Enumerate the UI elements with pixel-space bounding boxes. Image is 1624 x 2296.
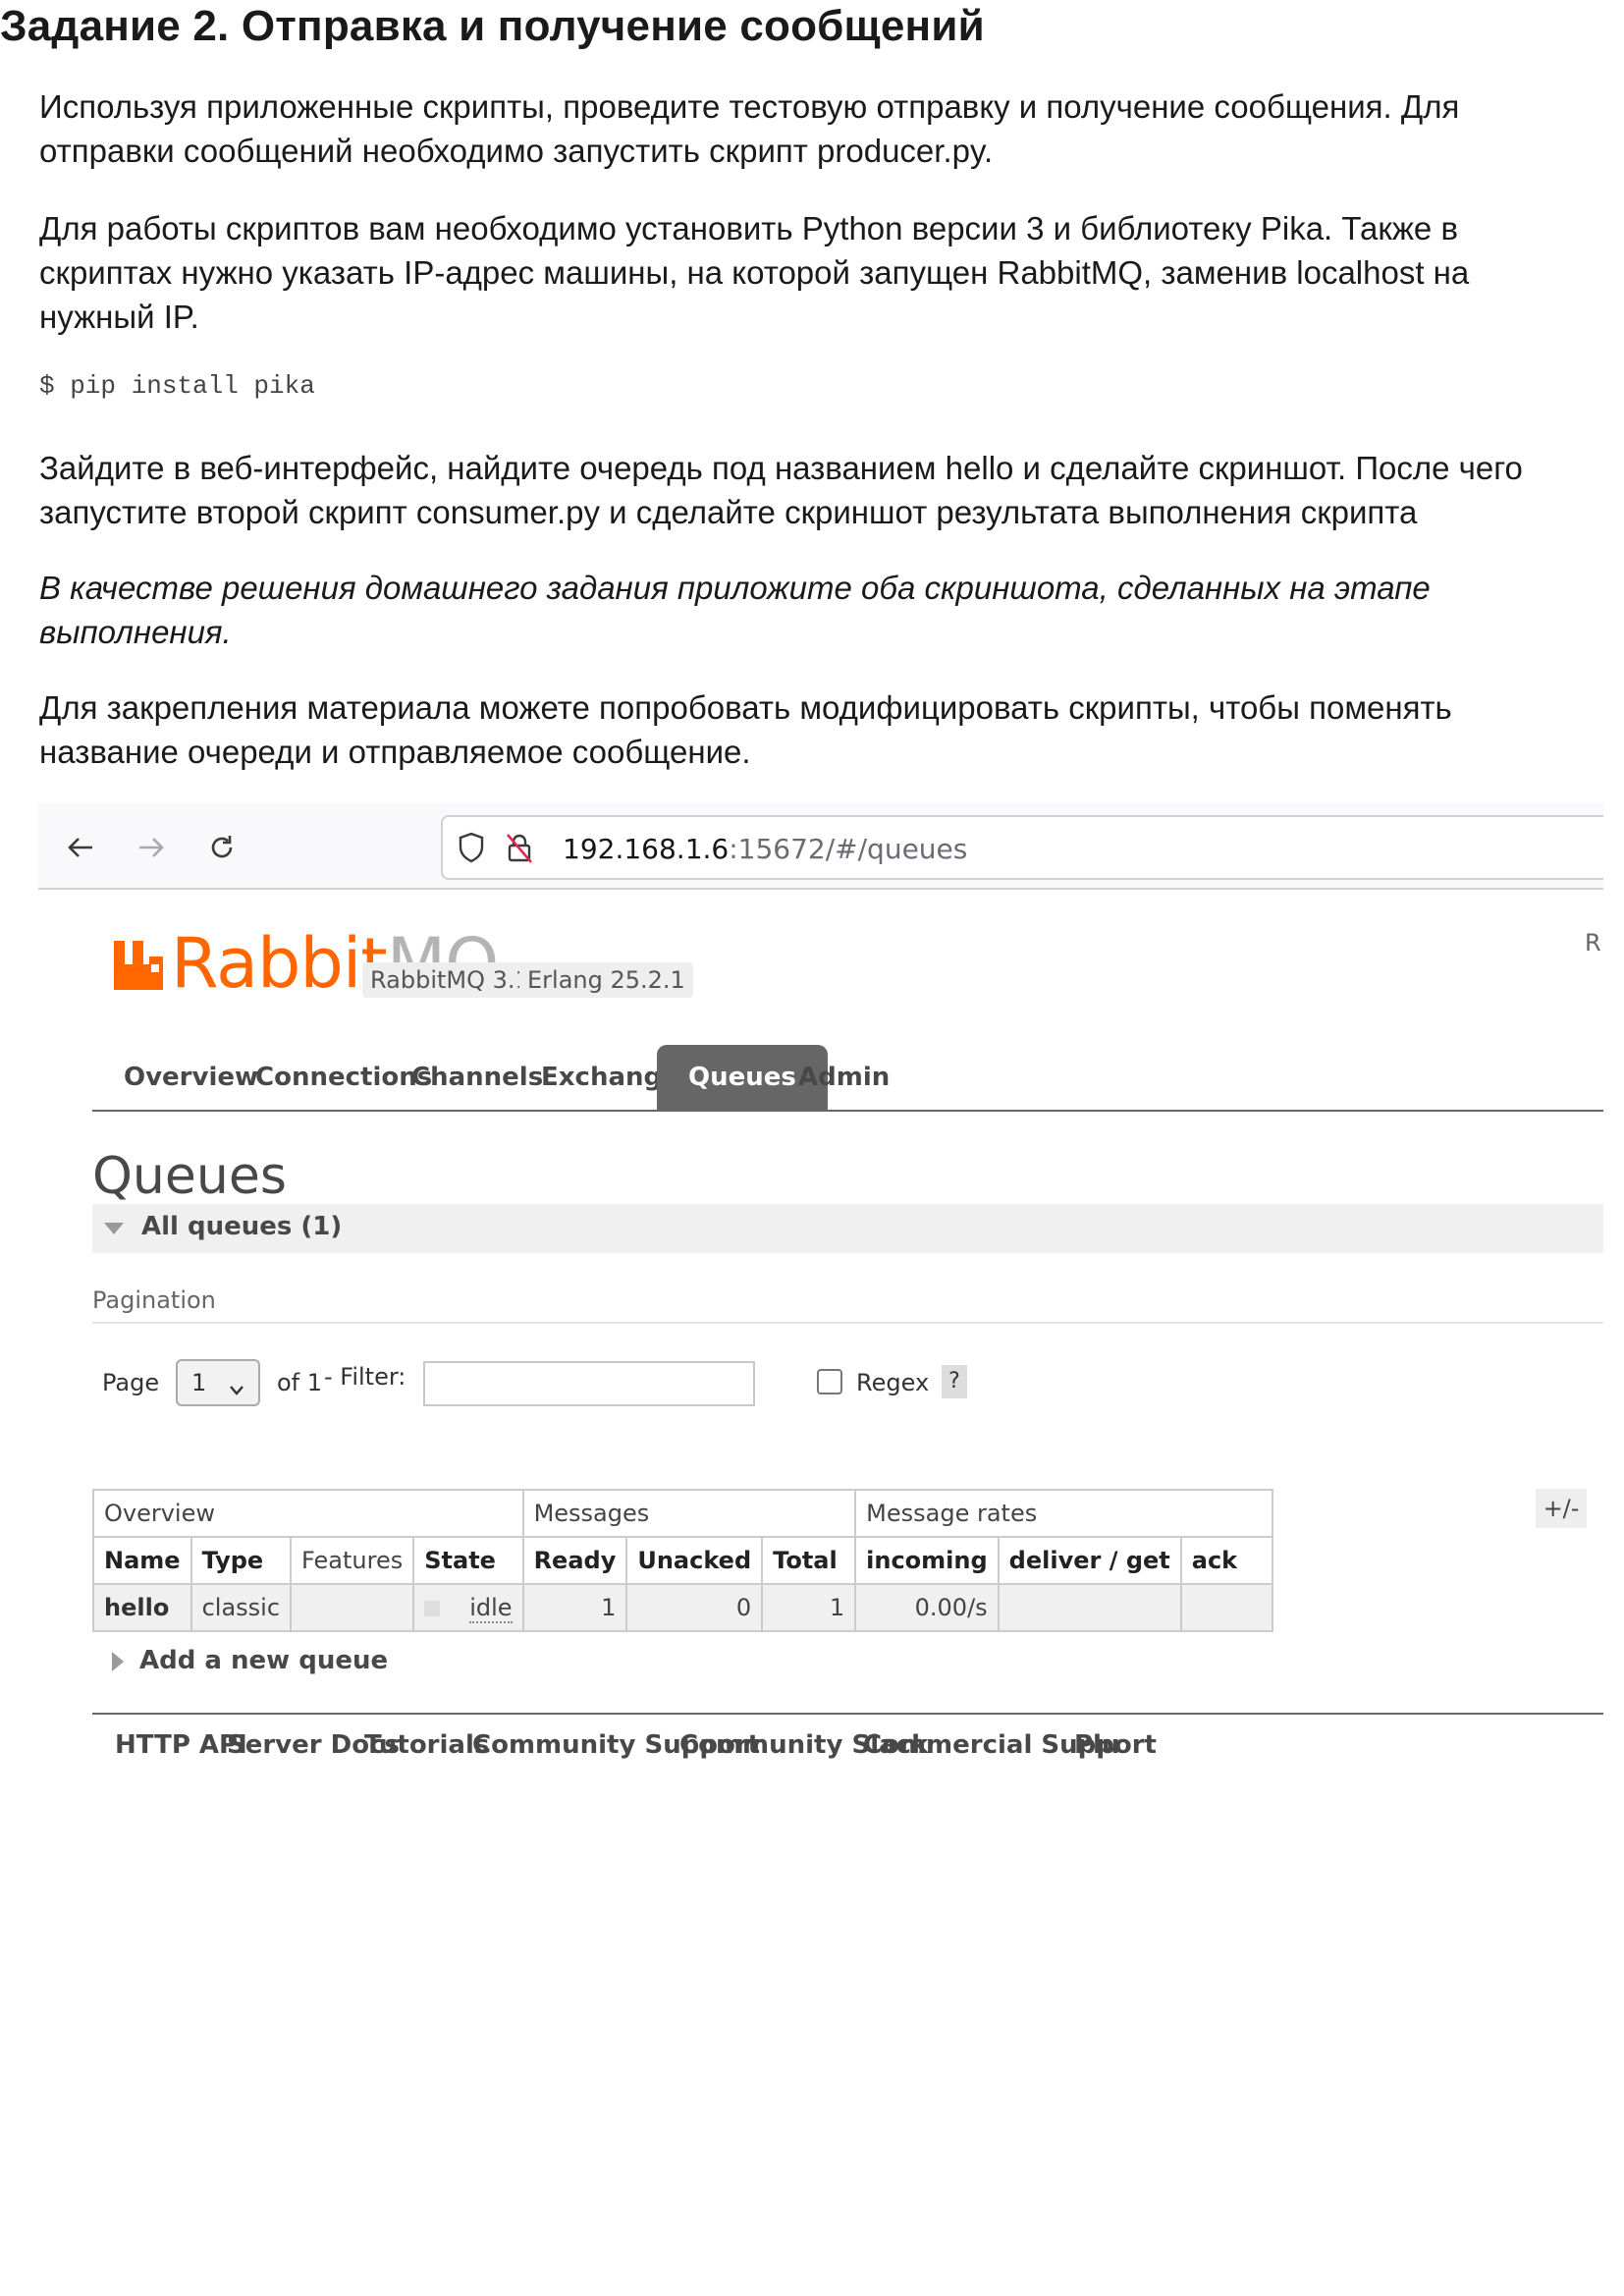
queue-features bbox=[290, 1583, 415, 1632]
column-header-name[interactable]: Name bbox=[92, 1536, 192, 1585]
queue-unacked: 0 bbox=[625, 1583, 764, 1632]
reload-icon[interactable] bbox=[201, 827, 243, 868]
footer-link-tutorials[interactable]: Tutorials bbox=[364, 1730, 489, 1760]
add-new-queue-toggle[interactable]: Add a new queue bbox=[139, 1646, 388, 1675]
browser-toolbar: 192.168.1.6:15672/#/queues bbox=[38, 803, 1603, 890]
back-arrow-icon[interactable] bbox=[60, 827, 101, 868]
state-indicator-icon bbox=[424, 1601, 441, 1616]
all-queues-label: All queues (1) bbox=[141, 1212, 343, 1241]
tab-admin[interactable]: Admin bbox=[767, 1045, 921, 1110]
assignment-title: Задание 2. Отправка и получение сообщени… bbox=[0, 2, 985, 50]
column-header-ready[interactable]: Ready bbox=[521, 1536, 628, 1585]
chevron-down-icon bbox=[229, 1375, 244, 1402]
queue-state-text: idle bbox=[469, 1594, 513, 1623]
queues-table: Overview Messages Message rates Name Typ… bbox=[92, 1489, 1273, 1632]
queue-name-link[interactable]: hello bbox=[92, 1583, 192, 1632]
insecure-lock-icon[interactable] bbox=[504, 831, 535, 869]
queue-ready: 1 bbox=[521, 1583, 628, 1632]
address-bar[interactable]: 192.168.1.6:15672/#/queues bbox=[441, 815, 1603, 880]
column-header-unacked[interactable]: Unacked bbox=[625, 1536, 764, 1585]
regex-label: Regex bbox=[856, 1369, 930, 1396]
page-select-value: 1 bbox=[191, 1369, 207, 1396]
rabbitmq-management-ui: RabbitMQ TM RabbitMQ 3.11.7 Erlang 25.2.… bbox=[38, 890, 1603, 1785]
column-header-type[interactable]: Type bbox=[189, 1536, 293, 1585]
filter-label: - Filter: bbox=[324, 1363, 406, 1391]
paragraph-web-ui: Зайдите в веб-интерфейс, найдите очередь… bbox=[39, 450, 1523, 530]
column-header-total[interactable]: Total bbox=[761, 1536, 857, 1585]
group-header-overview: Overview bbox=[92, 1489, 524, 1538]
pagination-divider bbox=[92, 1322, 1603, 1324]
pagination-label: Pagination bbox=[92, 1286, 216, 1314]
url-path: :15672/#/queues bbox=[729, 833, 968, 865]
column-header-state[interactable]: State bbox=[412, 1536, 524, 1585]
logo-rabbit: Rabbit bbox=[171, 923, 388, 1004]
shield-icon[interactable] bbox=[457, 831, 486, 869]
expand-triangle-icon bbox=[112, 1652, 124, 1671]
group-header-message-rates: Message rates bbox=[854, 1489, 1273, 1538]
paragraph-solution-note: В качестве решения домашнего задания при… bbox=[39, 570, 1431, 650]
install-command: $ pip install pika bbox=[39, 371, 315, 401]
filter-input[interactable] bbox=[423, 1361, 755, 1406]
cut-off-header-text: R bbox=[1585, 929, 1601, 957]
page-select[interactable]: 1 bbox=[176, 1359, 260, 1406]
queue-state: idle bbox=[412, 1583, 524, 1632]
footer-divider bbox=[92, 1713, 1603, 1715]
table-row[interactable]: hello classic idle 1 0 1 0.00/s bbox=[92, 1583, 1273, 1632]
queue-ack-rate bbox=[1179, 1583, 1273, 1632]
queue-total: 1 bbox=[761, 1583, 857, 1632]
queue-deliver-get-rate bbox=[997, 1583, 1182, 1632]
erlang-version-badge: Erlang 25.2.1 bbox=[519, 962, 693, 998]
group-header-messages: Messages bbox=[521, 1489, 857, 1538]
page-count: of 1 bbox=[277, 1369, 323, 1396]
queue-incoming-rate: 0.00/s bbox=[854, 1583, 1000, 1632]
column-header-deliver-get[interactable]: deliver / get bbox=[997, 1536, 1182, 1585]
url-host: 192.168.1.6 bbox=[563, 833, 730, 865]
main-nav-tabs: Overview Connections Channels Exchanges … bbox=[92, 1045, 1603, 1112]
paragraph-extra: Для закрепления материала можете попробо… bbox=[39, 689, 1452, 770]
toggle-columns-button[interactable]: +/- bbox=[1536, 1489, 1587, 1528]
queue-type: classic bbox=[189, 1583, 293, 1632]
footer-link-plugins[interactable]: Plu bbox=[1074, 1730, 1119, 1760]
regex-checkbox[interactable] bbox=[817, 1369, 842, 1394]
collapse-triangle-icon bbox=[104, 1223, 124, 1234]
column-header-features[interactable]: Features bbox=[290, 1536, 415, 1585]
regex-help-button[interactable]: ? bbox=[942, 1365, 967, 1398]
rabbitmq-logo-icon bbox=[114, 941, 163, 990]
all-queues-section-toggle[interactable]: All queues (1) bbox=[92, 1204, 1603, 1253]
paragraph-requirements: Для работы скриптов вам необходимо устан… bbox=[39, 210, 1470, 335]
forward-arrow-icon[interactable] bbox=[131, 827, 172, 868]
column-header-ack[interactable]: ack bbox=[1179, 1536, 1273, 1585]
page-label: Page bbox=[102, 1369, 160, 1396]
page-title: Queues bbox=[92, 1147, 287, 1206]
column-header-incoming[interactable]: incoming bbox=[854, 1536, 1000, 1585]
url-text[interactable]: 192.168.1.6:15672/#/queues bbox=[563, 833, 967, 865]
paragraph-scripts: Используя приложенные скрипты, проведите… bbox=[39, 88, 1460, 169]
rabbitmq-screenshot: 192.168.1.6:15672/#/queues RabbitMQ TM R… bbox=[38, 803, 1603, 1785]
